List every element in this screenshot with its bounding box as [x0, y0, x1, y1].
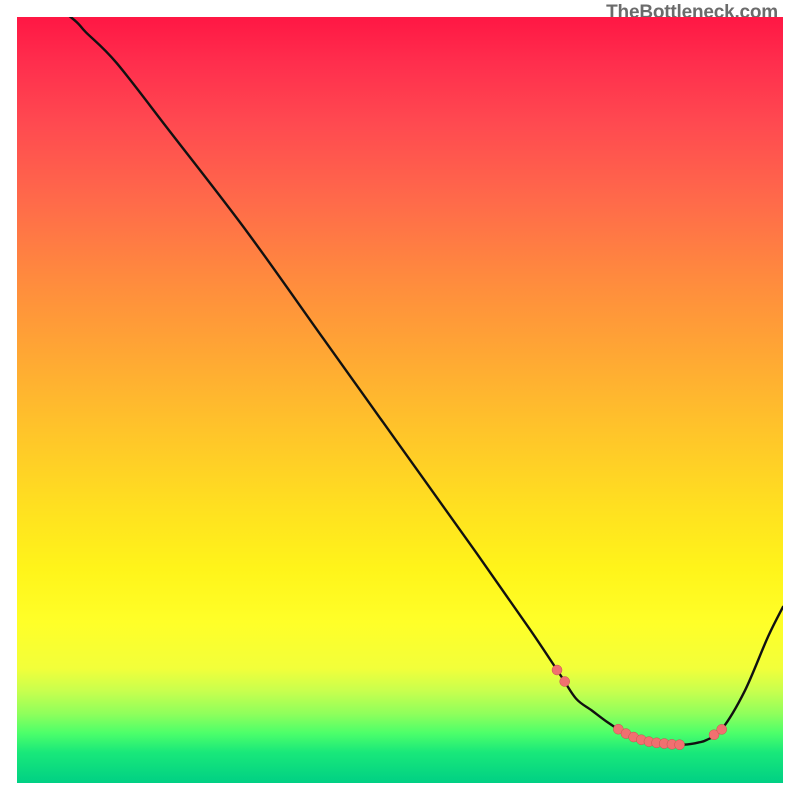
- plot-area: [17, 17, 783, 783]
- chart-stage: TheBottleneck.com: [0, 0, 800, 800]
- gradient-background: [17, 17, 783, 783]
